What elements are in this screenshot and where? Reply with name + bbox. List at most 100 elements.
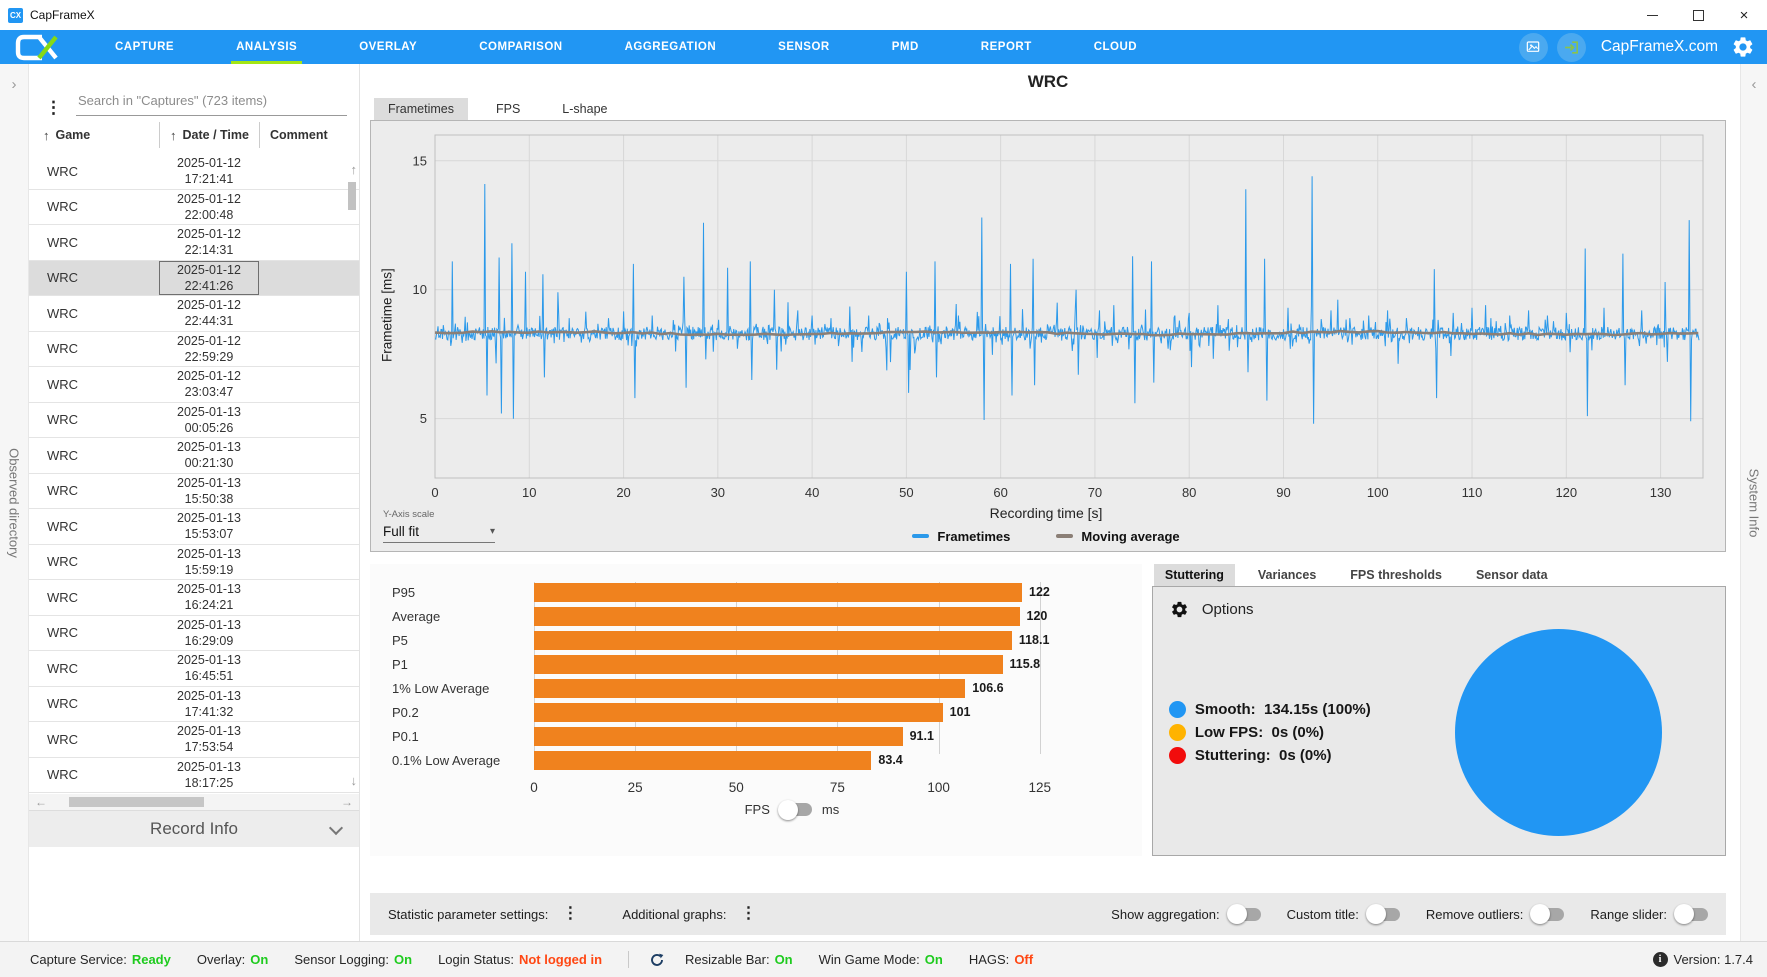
status-value: Off bbox=[1014, 952, 1034, 967]
status-value: On bbox=[250, 952, 269, 967]
system-info-strip: ‹ System Info bbox=[1740, 64, 1767, 941]
system-info-tab[interactable]: System Info bbox=[1747, 468, 1762, 537]
capture-row[interactable]: WRC 2025-01-13 16:29:09 bbox=[29, 616, 359, 651]
nav-tab-comparison[interactable]: COMPARISON bbox=[474, 30, 567, 64]
observed-directory-tab[interactable]: Observed directory bbox=[7, 448, 22, 558]
expand-left-chevron[interactable]: ‹ bbox=[1741, 76, 1767, 93]
maximize-button[interactable] bbox=[1675, 0, 1721, 30]
horizontal-scrollbar[interactable]: ← → bbox=[29, 794, 359, 810]
screenshot-button[interactable] bbox=[1518, 32, 1548, 62]
bar-axis-tick: 125 bbox=[1028, 780, 1051, 795]
bar-axis-tick: 100 bbox=[927, 780, 950, 795]
search-input[interactable] bbox=[76, 93, 347, 116]
capture-game-cell: WRC bbox=[47, 163, 79, 179]
scroll-right-arrow[interactable]: → bbox=[341, 795, 353, 809]
capture-date-cell: 2025-01-12 22:44:31 bbox=[177, 298, 241, 329]
capture-row[interactable]: WRC 2025-01-13 16:45:51 bbox=[29, 651, 359, 687]
toggle-remove-outliers-: Remove outliers: bbox=[1426, 904, 1565, 924]
nav-tab-sensor[interactable]: SENSOR bbox=[773, 30, 835, 64]
capture-row[interactable]: WRC 2025-01-13 16:24:21 bbox=[29, 580, 359, 616]
bar-category-label: P1 bbox=[392, 656, 408, 672]
horizontal-scrollbar-thumb[interactable] bbox=[69, 797, 204, 807]
nav-tab-pmd[interactable]: PMD bbox=[887, 30, 924, 64]
fps-ms-toggle[interactable] bbox=[777, 799, 812, 820]
capture-row[interactable]: WRC 2025-01-12 22:59:29 bbox=[29, 332, 359, 367]
analysis-tab-sensor-data[interactable]: Sensor data bbox=[1465, 564, 1559, 586]
analysis-tab-variances[interactable]: Variances bbox=[1247, 564, 1327, 586]
capture-row[interactable]: WRC 2025-01-13 15:50:38 bbox=[29, 474, 359, 509]
capture-row[interactable]: WRC 2025-01-13 00:21:30 bbox=[29, 438, 359, 474]
capture-date-cell: 2025-01-13 15:53:07 bbox=[177, 511, 241, 542]
nav-tab-capture[interactable]: CAPTURE bbox=[110, 30, 179, 64]
gear-icon bbox=[1171, 601, 1187, 618]
capture-row[interactable]: WRC 2025-01-13 15:59:19 bbox=[29, 545, 359, 580]
info-icon[interactable]: i bbox=[1652, 952, 1668, 967]
nav-tab-overlay[interactable]: OVERLAY bbox=[354, 30, 422, 64]
login-button[interactable] bbox=[1556, 32, 1586, 62]
chart-tab-l-shape[interactable]: L-shape bbox=[548, 98, 621, 120]
nav-tab-analysis[interactable]: ANALYSIS bbox=[231, 30, 303, 64]
additional-graphs-kebab[interactable]: ⋮ bbox=[740, 906, 756, 922]
capture-row[interactable]: WRC 2025-01-13 17:41:32 bbox=[29, 687, 359, 722]
stuttering-panel: Stuttering Variances FPS thresholds Sensor … bbox=[1151, 564, 1726, 856]
capture-row[interactable]: WRC 2025-01-12 22:14:31 bbox=[29, 225, 359, 261]
svg-text:15: 15 bbox=[413, 153, 427, 168]
capture-row[interactable]: WRC 2025-01-12 22:44:31 bbox=[29, 296, 359, 332]
bar-row-p95: P95 122 bbox=[384, 580, 1050, 604]
nav-tab-aggregation[interactable]: AGGREGATION bbox=[620, 30, 722, 64]
analysis-tab-stuttering[interactable]: Stuttering bbox=[1153, 564, 1235, 586]
scroll-up-arrow[interactable]: ↑ bbox=[351, 162, 358, 177]
nav-tab-report[interactable]: REPORT bbox=[976, 30, 1037, 64]
toggle-switch-custom-title-[interactable] bbox=[1365, 904, 1400, 924]
statistic-settings-kebab[interactable]: ⋮ bbox=[562, 906, 578, 922]
y-axis-scale-select[interactable]: Full fit ▾ bbox=[383, 524, 495, 543]
status-item: Sensor Logging: On bbox=[294, 952, 413, 967]
column-header-date-time[interactable]: ↑ Date / Time bbox=[159, 122, 259, 148]
status-item: Overlay: On bbox=[196, 952, 269, 967]
options-button[interactable]: Options bbox=[1153, 587, 1725, 619]
status-item: Capture Service: Ready bbox=[30, 952, 171, 967]
close-button[interactable]: × bbox=[1721, 0, 1767, 30]
capture-row[interactable]: WRC 2025-01-12 23:03:47 bbox=[29, 367, 359, 403]
login-icon bbox=[1564, 40, 1578, 54]
capture-row[interactable]: WRC 2025-01-13 17:53:54 bbox=[29, 722, 359, 758]
toggle-switch-remove-outliers-[interactable] bbox=[1530, 904, 1565, 924]
bar-x-axis: 0 25 50 75 100 125 bbox=[530, 776, 1051, 800]
status-item: HAGS: Off bbox=[968, 952, 1034, 967]
svg-text:100: 100 bbox=[1367, 485, 1389, 500]
minimize-button[interactable] bbox=[1629, 0, 1675, 30]
svg-text:90: 90 bbox=[1276, 485, 1290, 500]
bar-p0-1 bbox=[534, 726, 903, 746]
toggle-switch-show-aggregation-[interactable] bbox=[1226, 904, 1261, 924]
expand-right-chevron[interactable]: › bbox=[0, 76, 28, 93]
scroll-left-arrow[interactable]: ← bbox=[35, 795, 47, 809]
svg-text:10: 10 bbox=[413, 282, 427, 297]
capture-row[interactable]: WRC 2025-01-13 15:53:07 bbox=[29, 509, 359, 545]
column-header-game[interactable]: ↑ Game bbox=[29, 122, 159, 148]
scroll-down-arrow[interactable]: ↓ bbox=[351, 773, 358, 788]
list-menu-kebab[interactable]: ⋮ bbox=[45, 99, 62, 116]
analysis-tab-fps-thresholds[interactable]: FPS thresholds bbox=[1339, 564, 1453, 586]
vertical-scrollbar-thumb[interactable] bbox=[348, 182, 356, 210]
svg-text:5: 5 bbox=[420, 411, 427, 426]
capture-row[interactable]: WRC 2025-01-12 22:00:48 bbox=[29, 190, 359, 225]
capture-game-cell: WRC bbox=[47, 199, 79, 215]
capture-row[interactable]: WRC 2025-01-13 18:17:25 bbox=[29, 758, 359, 793]
capture-row[interactable]: WRC 2025-01-12 22:41:26 bbox=[29, 260, 359, 296]
settings-gear-icon[interactable] bbox=[1731, 35, 1755, 59]
capture-comment-cell bbox=[259, 367, 359, 402]
column-header-comment[interactable]: Comment bbox=[259, 122, 359, 148]
capture-comment-cell bbox=[259, 616, 359, 651]
site-link[interactable]: CapFrameX.com bbox=[1601, 38, 1718, 56]
toggle-switch-range-slider-[interactable] bbox=[1674, 904, 1708, 924]
record-info-header[interactable]: Record Info bbox=[29, 810, 359, 847]
chart-tab-frametimes[interactable]: Frametimes bbox=[374, 98, 468, 120]
capture-row[interactable]: WRC 2025-01-13 00:05:26 bbox=[29, 403, 359, 438]
capture-game-cell: WRC bbox=[47, 376, 79, 392]
bar-axis-tick: 25 bbox=[627, 780, 643, 795]
nav-tab-cloud[interactable]: CLOUD bbox=[1089, 30, 1142, 64]
status-item: Login Status: Not logged in bbox=[438, 952, 603, 967]
capture-comment-cell bbox=[259, 687, 359, 722]
capture-row[interactable]: WRC 2025-01-12 17:21:41 bbox=[29, 154, 359, 190]
chart-tab-fps[interactable]: FPS bbox=[482, 98, 534, 120]
